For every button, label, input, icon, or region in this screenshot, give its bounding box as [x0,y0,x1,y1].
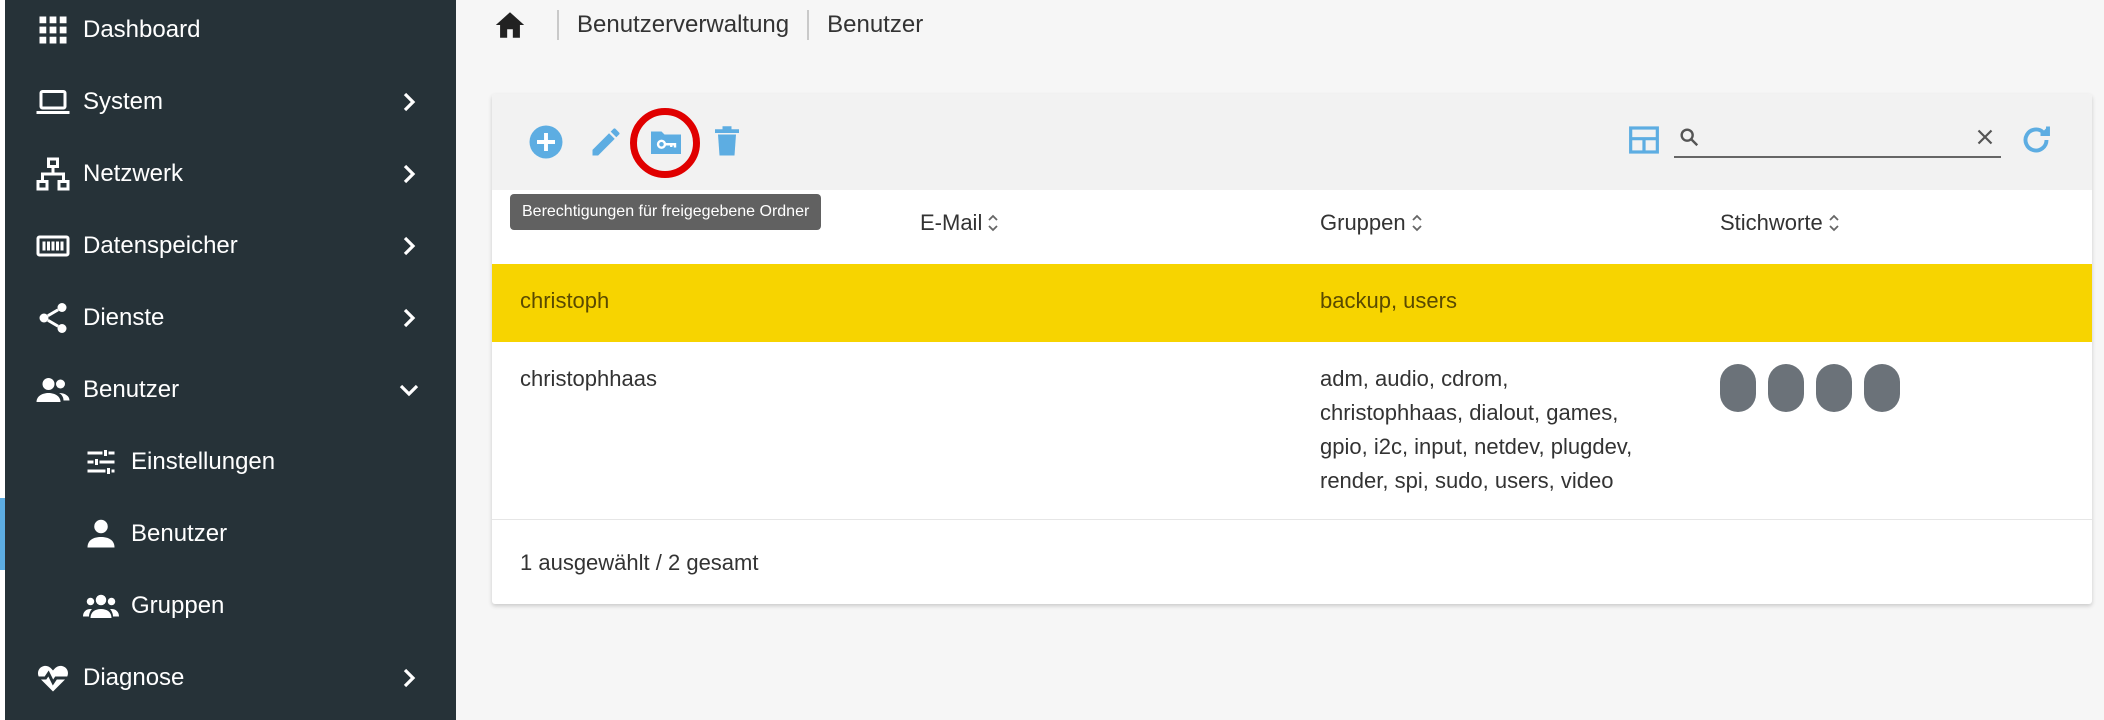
cell-groups: adm, audio, cdrom, christophhaas, dialou… [1320,362,1632,498]
sidebar-item-label: System [83,88,164,115]
sidebar-item-diagnose[interactable]: Diagnose [5,642,456,714]
heartbeat-icon [35,660,71,696]
sidebar-item-label: Benutzer [131,520,228,547]
sidebar-item-einstellungen[interactable]: Einstellungen [5,426,456,498]
search-input[interactable] [1706,124,1956,154]
sidebar-item-system[interactable]: System [5,66,456,138]
toolbar [492,94,2092,190]
sidebar-item-datenspeicher[interactable]: Datenspeicher [5,210,456,282]
sidebar-item-label: Einstellungen [131,448,276,475]
chevron-right-icon [393,86,425,118]
column-header-gruppen[interactable]: Gruppen [1320,210,1424,236]
sidebar-item-benutzer[interactable]: Benutzer [0,498,456,570]
chevron-right-icon [393,662,425,694]
tooltip: Berechtigungen für freigegebene Ordner [510,194,822,230]
users-icon [35,372,71,408]
add-user-button[interactable] [528,124,564,160]
selection-summary: 1 ausgewählt / 2 gesamt [520,550,759,575]
laptop-icon [35,84,71,120]
share-icon [35,300,71,336]
sidebar-item-label: Benutzer [83,376,180,403]
breadcrumb-item-benutzerverwaltung[interactable]: Benutzerverwaltung [577,11,789,39]
refresh-button[interactable] [2018,122,2054,158]
dashboard-grid-icon [35,12,71,48]
storage-icon [35,228,71,264]
tag-chip [1768,364,1804,412]
network-icon [35,156,71,192]
column-header-stichworte[interactable]: Stichworte [1720,210,1841,236]
cell-groups: backup, users [1320,288,1457,313]
groups-line: adm, audio, cdrom, [1320,366,1509,391]
sort-icon [1827,212,1841,234]
cell-name: christophhaas [520,366,657,391]
breadcrumb-item-benutzer: Benutzer [827,11,924,38]
search-box [1674,122,2001,158]
sidebar-item-label: Dashboard [83,16,201,43]
sort-icon [1410,212,1424,234]
tags-cell [1720,364,1900,412]
groups-line: gpio, i2c, input, netdev, plugdev, [1320,434,1633,459]
table-row[interactable]: christophhaas adm, audio, cdrom, christo… [492,344,2092,520]
sidebar: Dashboard System Netzwerk Datenspeicher … [0,0,456,720]
sidebar-item-label: Dienste [83,304,165,331]
column-header-label: Gruppen [1320,210,1406,235]
sliders-icon [83,444,119,480]
groups-line: render, spi, sudo, users, video [1320,468,1614,493]
sidebar-item-label: Diagnose [83,664,185,691]
chevron-right-icon [393,230,425,262]
breadcrumb-separator [557,10,559,40]
tag-chip [1864,364,1900,412]
search-icon [1678,126,1700,148]
user-icon [83,516,119,552]
breadcrumb-separator [807,10,810,40]
breadcrumb: Benutzerverwaltung Benutzer [493,0,923,50]
sidebar-item-benutzer-group[interactable]: Benutzer [5,354,456,426]
groups-line: christophhaas, dialout, games, [1320,400,1619,425]
cell-name: christoph [520,288,610,313]
sidebar-item-label: Netzwerk [83,160,184,187]
shared-folder-permissions-button[interactable] [647,124,685,160]
sort-icon [986,212,1000,234]
chevron-right-icon [393,158,425,190]
column-header-label: E-Mail [920,210,983,235]
sidebar-item-gruppen[interactable]: Gruppen [5,570,456,642]
clear-search-icon[interactable] [1972,124,1998,150]
sidebar-item-label: Gruppen [131,592,225,619]
users-table-card: Name E-Mail Gruppen Stichworte christoph… [492,94,2092,604]
sidebar-item-label: Datenspeicher [83,232,238,259]
chevron-right-icon [393,302,425,334]
sidebar-item-netzwerk[interactable]: Netzwerk [5,138,456,210]
column-toggle-icon[interactable] [1628,124,1660,156]
sidebar-item-dashboard[interactable]: Dashboard [5,0,456,66]
edit-user-button[interactable] [588,124,624,160]
chevron-down-icon [393,374,425,406]
home-icon[interactable] [493,8,527,42]
delete-user-button[interactable] [709,124,745,160]
tag-chip [1816,364,1852,412]
sidebar-item-dienste[interactable]: Dienste [5,282,456,354]
groups-icon [83,588,119,624]
column-header-label: Stichworte [1720,210,1823,235]
table-row[interactable]: christoph backup, users [492,264,2092,342]
tag-chip [1720,364,1756,412]
column-header-email[interactable]: E-Mail [920,210,1000,236]
